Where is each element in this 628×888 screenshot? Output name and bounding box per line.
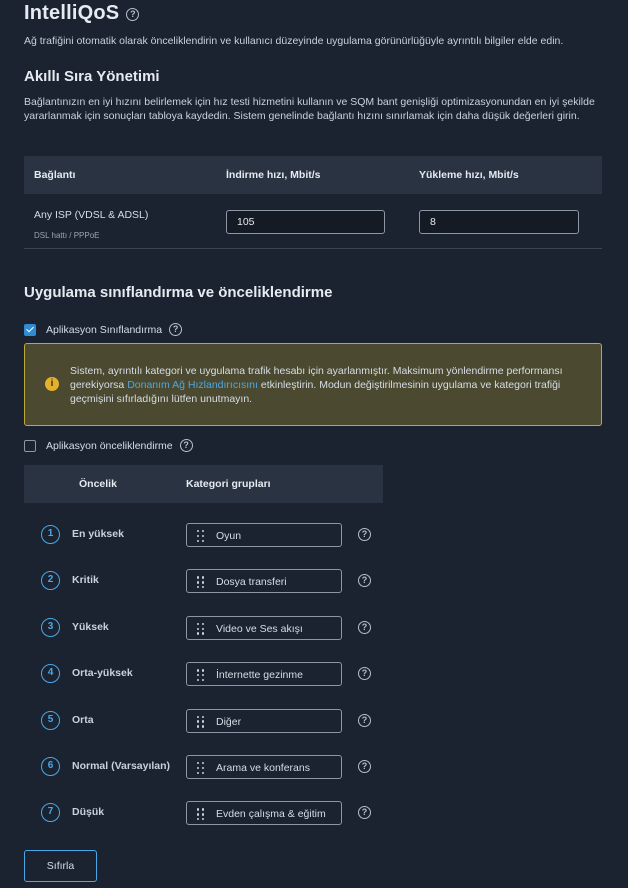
category-group-label: Diğer (216, 715, 242, 728)
help-icon[interactable]: ? (358, 806, 371, 820)
download-speed-input[interactable] (226, 210, 385, 234)
priority-number: 6 (41, 757, 60, 776)
priority-row: 4 Orta-yüksek İnternette gezinme? (24, 662, 424, 688)
priority-number: 1 (41, 525, 60, 544)
help-icon[interactable]: ? (358, 620, 371, 634)
help-icon[interactable]: ? (358, 760, 371, 773)
priority-row: 6 Normal (Varsayılan) Arama ve konferans? (24, 755, 424, 781)
classification-label: Aplikasyon Sınıflandırma (46, 323, 163, 336)
drag-handle-icon[interactable] (197, 530, 204, 542)
sqm-description: Bağlantınızın en iyi hızını belirlemek i… (24, 96, 595, 122)
category-group-item[interactable]: İnternette gezinme (186, 662, 342, 687)
prioritization-label: Aplikasyon önceliklendirme (46, 439, 173, 452)
priority-label: Normal (Varsayılan) (72, 760, 171, 772)
title-row: IntelliQoS ? (24, 2, 140, 25)
sqm-heading: Akıllı Sıra Yönetimi (24, 68, 160, 85)
category-group-item[interactable]: Diğer (186, 708, 342, 733)
category-group-item[interactable]: Oyun (186, 523, 342, 547)
col-category-groups: Kategori grupları (186, 478, 271, 490)
help-icon[interactable]: ? (358, 667, 371, 681)
priority-number: 5 (41, 710, 60, 730)
category-group-item[interactable]: Evden çalışma & eğitim (186, 801, 342, 826)
priority-row: 5 Orta Diğer? (24, 708, 424, 735)
help-icon[interactable]: ? (358, 574, 371, 588)
category-group-item[interactable]: Dosya transferi (186, 569, 342, 594)
reset-button[interactable]: Sıfırla (24, 850, 97, 882)
prioritization-row: Aplikasyon önceliklendirme ? (24, 439, 193, 452)
category-group-label: İnternette gezinme (216, 669, 303, 682)
priority-number: 4 (41, 664, 60, 684)
priority-label: En yüksek (72, 528, 124, 540)
warning-text: Sistem, ayrıntılı kategori ve uygulama t… (70, 364, 595, 406)
priority-label: Orta (72, 713, 94, 726)
classification-checkbox[interactable] (24, 323, 36, 336)
isp-name: Any ISP (VDSL & ADSL) (34, 209, 149, 221)
help-icon[interactable]: ? (358, 528, 371, 541)
help-icon[interactable]: ? (169, 323, 183, 336)
col-connection: Bağlantı (34, 169, 76, 181)
drag-handle-icon[interactable] (197, 762, 204, 774)
help-icon[interactable]: ? (358, 713, 371, 727)
sqm-table-header: Bağlantı İndirme hızı, Mbit/s Yükleme hı… (24, 156, 602, 194)
classification-row: Aplikasyon Sınıflandırma ? (24, 323, 183, 336)
priority-label: Kritik (72, 574, 99, 587)
priority-row: 7 Düşük Evden çalışma & eğitim? (24, 801, 424, 827)
category-group-item[interactable]: Arama ve konferans (186, 755, 342, 779)
app-heading: Uygulama sınıflandırma ve önceliklendirm… (24, 284, 333, 301)
category-group-label: Arama ve konferans (216, 762, 310, 774)
warning-banner: i Sistem, ayrıntılı kategori ve uygulama… (24, 343, 602, 426)
drag-handle-icon[interactable] (197, 808, 204, 821)
col-download: İndirme hızı, Mbit/s (226, 169, 321, 181)
upload-speed-input[interactable] (419, 210, 579, 234)
table-row: Any ISP (VDSL & ADSL) DSL hattı / PPPoE (24, 194, 602, 249)
prioritization-checkbox[interactable] (24, 439, 36, 452)
drag-handle-icon[interactable] (197, 576, 204, 589)
priority-number: 7 (41, 803, 60, 823)
priority-table: Öncelik Kategori grupları (24, 465, 383, 503)
col-upload: Yükleme hızı, Mbit/s (419, 169, 519, 181)
priority-label: Düşük (72, 806, 105, 819)
page-title: IntelliQoS (24, 2, 120, 24)
page-subtitle: Ağ trafiğini otomatik olarak önceliklend… (24, 35, 564, 47)
priority-row: 1 En yüksek Oyun? (24, 523, 424, 549)
category-group-label: Video ve Ses akışı (216, 622, 303, 635)
priority-table-header: Öncelik Kategori grupları (24, 465, 383, 503)
sqm-table: Bağlantı İndirme hızı, Mbit/s Yükleme hı… (24, 156, 602, 249)
drag-handle-icon[interactable] (197, 715, 204, 728)
help-icon[interactable]: ? (179, 439, 193, 452)
priority-row: 3 Yüksek Video ve Ses akışı? (24, 615, 424, 642)
priority-label: Yüksek (72, 620, 109, 633)
category-group-label: Oyun (216, 530, 242, 542)
hardware-accelerator-link[interactable]: Donanım Ağ Hızlandırıcısını (127, 379, 258, 391)
priority-label: Orta-yüksek (72, 667, 133, 680)
category-group-label: Evden çalışma & eğitim (216, 808, 326, 821)
col-priority: Öncelik (79, 478, 117, 490)
priority-number: 2 (41, 571, 60, 591)
info-icon: i (45, 377, 59, 391)
priority-number: 3 (41, 617, 60, 637)
help-icon[interactable]: ? (126, 8, 140, 21)
drag-handle-icon[interactable] (197, 669, 204, 682)
category-group-label: Dosya transferi (216, 576, 287, 589)
priority-row: 2 Kritik Dosya transferi? (24, 569, 424, 595)
isp-line-type: DSL hattı / PPPoE (34, 231, 100, 240)
drag-handle-icon[interactable] (197, 622, 204, 635)
category-group-item[interactable]: Video ve Ses akışı (186, 615, 342, 640)
